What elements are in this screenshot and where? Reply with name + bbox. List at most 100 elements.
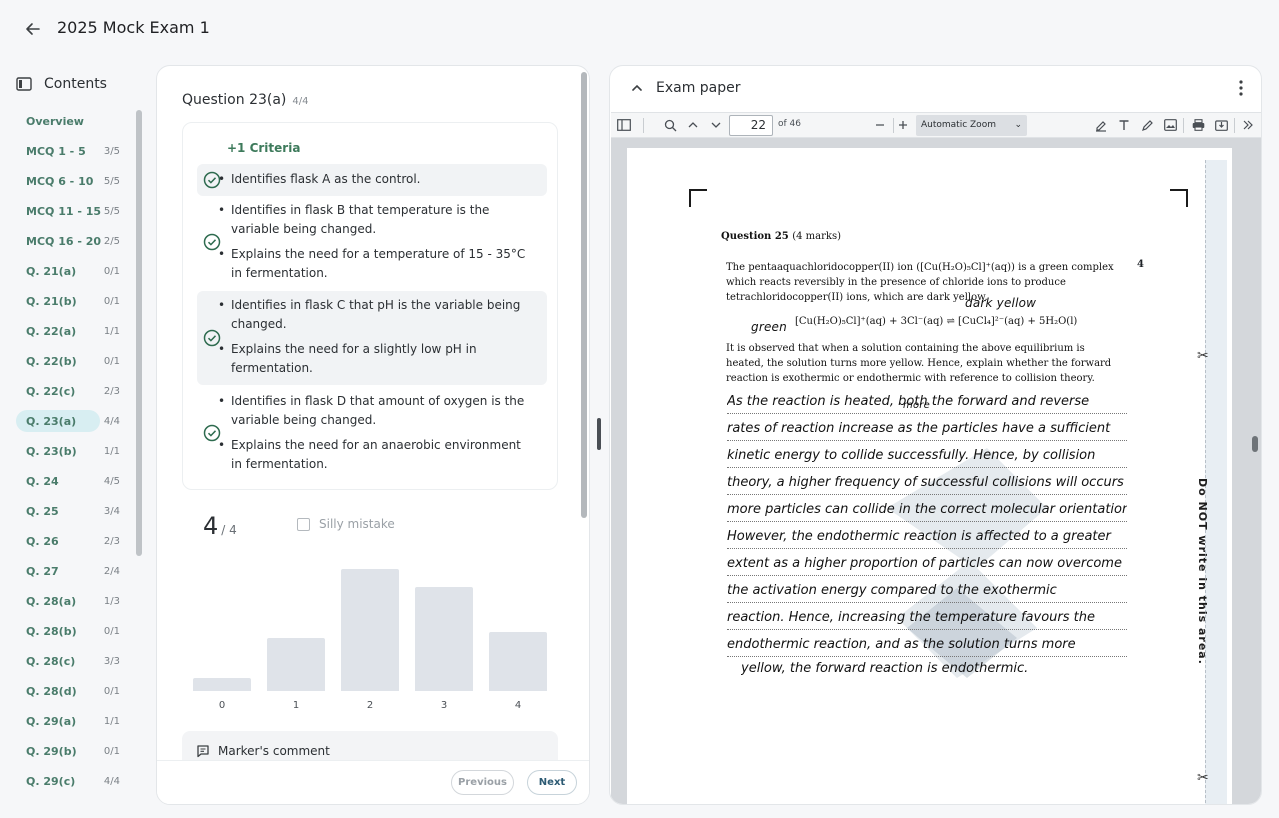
sidebar-item-q23a[interactable]: Q. 23(a) 4/4 (14, 406, 142, 436)
sidebar-item-label: Q. 23(a) (26, 414, 77, 428)
pdf-scrollbar[interactable] (1252, 436, 1258, 452)
criteria-item: Identifies flask A as the control. (218, 170, 531, 189)
criteria-item: Identifies in flask B that temperature i… (218, 201, 531, 239)
silly-mistake-checkbox[interactable]: Silly mistake (297, 517, 395, 531)
sidebar-item-label: Q. 28(b) (26, 624, 77, 638)
search-icon[interactable] (662, 117, 678, 133)
sidebar-item-mcq-16-20[interactable]: MCQ 16 - 20 2/5 (14, 226, 142, 256)
sidebar-item-q22b[interactable]: Q. 22(b) 0/1 (14, 346, 142, 376)
previous-page-icon[interactable] (685, 117, 701, 133)
sidebar-item-score: 1/3 (103, 595, 120, 607)
double-chevron-right-icon[interactable] (1240, 117, 1256, 133)
sidebar-item-q21a[interactable]: Q. 21(a) 0/1 (14, 256, 142, 286)
sidebar-item-q27[interactable]: Q. 27 2/4 (14, 556, 142, 586)
zoom-in-icon[interactable] (895, 117, 911, 133)
sidebar-item-label: Q. 28(c) (26, 654, 76, 668)
page-title: 2025 Mock Exam 1 (57, 18, 210, 37)
sidebar-item-mcq-6-10[interactable]: MCQ 6 - 10 5/5 (14, 166, 142, 196)
print-icon[interactable] (1190, 117, 1206, 133)
sidebar-item-q22c[interactable]: Q. 22(c) 2/3 (14, 376, 142, 406)
score-value: 4 (203, 512, 219, 540)
sidebar-item-q24[interactable]: Q. 24 4/5 (14, 466, 142, 496)
chevron-up-icon[interactable] (630, 81, 644, 95)
toolbar-separator (893, 118, 894, 133)
zoom-select[interactable]: Automatic Zoom ⌄ (916, 115, 1027, 136)
back-arrow-icon[interactable] (22, 18, 44, 40)
answer-line: more particles can collide in the correc… (727, 500, 1127, 522)
annotation-dark-yellow: dark yellow (965, 296, 1037, 310)
sidebar-item-q29b[interactable]: Q. 29(b) 0/1 (14, 736, 142, 766)
sidebar-item-label: Q. 21(b) (26, 294, 77, 308)
annotation-green: green (751, 320, 787, 334)
silly-mistake-label: Silly mistake (319, 517, 395, 531)
page-number-input[interactable]: 22 (729, 115, 773, 136)
sidebar-item-score: 4/4 (103, 775, 120, 787)
text-tool-icon[interactable] (1116, 117, 1132, 133)
sidebar-item-label: Q. 21(a) (26, 264, 77, 278)
sidebar-item-q25[interactable]: Q. 25 3/4 (14, 496, 142, 526)
sidebar-item-label: MCQ 6 - 10 (26, 174, 94, 188)
equilibrium-equation: [Cu(H₂O)₅Cl]⁺(aq) + 3Cl⁻(aq) ⇌ [CuCl₄]²⁻… (795, 316, 1078, 327)
sidebar-item-overview[interactable]: Overview (14, 106, 142, 136)
more-options-icon[interactable] (1237, 79, 1245, 97)
sidebar-item-q21b[interactable]: Q. 21(b) 0/1 (14, 286, 142, 316)
sidebar-item-q26[interactable]: Q. 26 2/3 (14, 526, 142, 556)
sidebar-item-label: Q. 24 (26, 474, 59, 488)
previous-button[interactable]: Previous (451, 770, 514, 795)
sidebar-item-label: Q. 28(d) (26, 684, 77, 698)
toolbar-separator (643, 118, 644, 133)
chart-tick-label: 1 (292, 700, 300, 711)
download-icon[interactable] (1213, 117, 1229, 133)
question-title: Question 23(a) 4/4 (182, 92, 308, 108)
sidebar-item-score: 4/5 (103, 475, 120, 487)
comment-icon (197, 745, 209, 758)
sidebar-item-mcq-1-5[interactable]: MCQ 1 - 5 3/5 (14, 136, 142, 166)
next-page-icon[interactable] (708, 117, 724, 133)
sidebar-item-score: 3/4 (103, 505, 120, 517)
sidebar-item-q23b[interactable]: Q. 23(b) 1/1 (14, 436, 142, 466)
chart-bar (489, 632, 547, 691)
pdf-viewer[interactable]: Question 25 (4 marks) 4 The pentaaquachl… (611, 138, 1261, 804)
question-title-text: Question 23(a) (182, 92, 287, 108)
zoom-out-icon[interactable] (872, 117, 888, 133)
criteria-group: Identifies flask A as the control. (197, 164, 547, 196)
question-scrollbar[interactable] (581, 72, 587, 518)
score-total: / 4 (221, 523, 237, 537)
contents-label: Contents (44, 76, 107, 92)
sidebar-item-label: Q. 26 (26, 534, 59, 548)
answer-line: However, the endothermic reaction is aff… (727, 527, 1127, 549)
score-distribution-chart: 0 1 2 3 4 (187, 561, 557, 711)
sidebar-toggle-icon[interactable] (616, 117, 632, 133)
sidebar-item-q28d[interactable]: Q. 28(d) 0/1 (14, 676, 142, 706)
chart-bar (193, 678, 251, 691)
sidebar-item-score: 4/4 (103, 415, 120, 427)
sidebar-item-score: 3/3 (103, 655, 120, 667)
next-button[interactable]: Next (527, 770, 577, 795)
sidebar-item-mcq-11-15[interactable]: MCQ 11 - 15 5/5 (14, 196, 142, 226)
panel-resize-handle[interactable] (597, 418, 601, 450)
answer-line: extent as a higher proportion of particl… (727, 554, 1127, 576)
crop-mark (1170, 189, 1188, 207)
criteria-group: Identifies in flask C that pH is the var… (197, 291, 547, 385)
sidebar-item-score: 5/5 (103, 175, 120, 187)
image-icon[interactable] (1162, 117, 1178, 133)
sidebar-scrollbar[interactable] (136, 110, 142, 556)
draw-icon[interactable] (1139, 117, 1155, 133)
sidebar-item-q28c[interactable]: Q. 28(c) 3/3 (14, 646, 142, 676)
sidebar-item-label: Q. 27 (26, 564, 59, 578)
sidebar-item-score: 0/1 (103, 625, 120, 637)
contents-toggle[interactable]: Contents (16, 76, 107, 92)
sidebar-item-q22a[interactable]: Q. 22(a) 1/1 (14, 316, 142, 346)
toolbar-separator (1234, 118, 1235, 133)
markers-comment-label: Marker's comment (218, 744, 330, 758)
sidebar-item-q28a[interactable]: Q. 28(a) 1/3 (14, 586, 142, 616)
chart-bar (341, 569, 399, 691)
toolbar-separator (1183, 118, 1184, 133)
sidebar-item-q29c[interactable]: Q. 29(c) 4/4 (14, 766, 142, 796)
sidebar-item-q28b[interactable]: Q. 28(b) 0/1 (14, 616, 142, 646)
highlight-icon[interactable] (1093, 117, 1109, 133)
question-number: Question 25 (721, 231, 789, 242)
sidebar-item-score: 0/1 (103, 265, 120, 277)
sidebar-item-label: MCQ 1 - 5 (26, 144, 86, 158)
sidebar-item-q29a[interactable]: Q. 29(a) 1/1 (14, 706, 142, 736)
